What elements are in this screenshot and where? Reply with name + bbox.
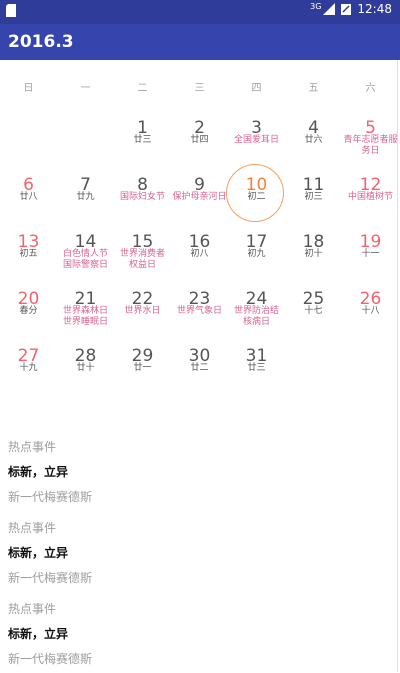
event-item[interactable]: 热点事件标新，立异新一代梅赛德斯 (0, 511, 400, 592)
weekday-label: 四 (251, 83, 262, 94)
event-description: 新一代梅赛德斯 (8, 652, 93, 666)
lunar-date: 廿六 (304, 135, 323, 145)
lunar-date: 廿一 (133, 363, 152, 373)
lunar-date: 廿九 (76, 192, 95, 202)
lunar-date: 廿四 (190, 135, 209, 145)
day-cell[interactable]: 6 廿八 (0, 169, 57, 226)
day-cell[interactable]: 9 保护母亲河日 (171, 169, 228, 226)
festival-label: 青年志愿者服务日 (343, 135, 398, 156)
day-cell[interactable]: 28 廿十 (57, 340, 114, 397)
event-item[interactable]: 热点事件标新，立异新一代梅赛德斯 (0, 592, 400, 673)
day-cell[interactable]: 8 国际妇女节 (114, 169, 171, 226)
festival-label: 世界消费者 权益日 (119, 249, 165, 270)
festival-label: 保护母亲河日 (172, 192, 227, 202)
day-cell[interactable]: 22 世界水日 (114, 283, 171, 340)
lunar-date: 廿十 (76, 363, 95, 373)
calendar-grid: 1 廿三 2 廿四 3 全国爱耳日 4 廿六 5 青年志愿者服务日 6 廿八 7 廿九 8 国际妇女节 9 保护母… (0, 112, 400, 402)
lunar-date: 初九 (247, 249, 266, 259)
signal-icon (323, 3, 336, 15)
day-cell[interactable]: 13 初五 (0, 226, 57, 283)
lunar-date: 初五 (19, 249, 38, 259)
app-bar: 2016.3 (0, 24, 400, 60)
day-cell[interactable]: 11 初三 (285, 169, 342, 226)
lunar-date: 廿三 (133, 135, 152, 145)
weekday-header: 日一二三四五六 (0, 66, 400, 102)
lunar-date: 初二 (247, 192, 266, 202)
festival-label: 世界水日 (124, 306, 161, 316)
lunar-date: 十七 (304, 306, 323, 316)
day-cell[interactable]: 7 廿九 (57, 169, 114, 226)
lunar-date: 初三 (304, 192, 323, 202)
festival-label: 全国爱耳日 (233, 135, 279, 145)
day-cell[interactable]: 31 廿三 (228, 340, 285, 397)
lunar-date: 初十 (304, 249, 323, 259)
weekday-label: 三 (194, 83, 205, 94)
day-cell[interactable]: 24 世界防治结 核病日 (228, 283, 285, 340)
weekday-label: 六 (365, 83, 376, 94)
day-cell[interactable]: 23 世界气象日 (171, 283, 228, 340)
day-cell[interactable]: 14 白色情人节 国际警察日 (57, 226, 114, 283)
festival-label: 世界防治结 核病日 (233, 306, 279, 327)
lunar-date: 廿三 (247, 363, 266, 373)
lunar-date: 廿二 (190, 363, 209, 373)
event-header: 热点事件 (8, 521, 57, 535)
lunar-date: 十九 (19, 363, 38, 373)
festival-label: 世界森林日 世界睡眠日 (62, 306, 108, 327)
event-title: 标新，立异 (8, 546, 69, 560)
weekday-label: 五 (308, 83, 319, 94)
day-cell[interactable]: 5 青年志愿者服务日 (342, 112, 399, 169)
lunar-date: 初八 (190, 249, 209, 259)
status-bar: 3G 12:48 (0, 0, 400, 24)
day-cell[interactable]: 15 世界消费者 权益日 (114, 226, 171, 283)
day-cell[interactable]: 27 十九 (0, 340, 57, 397)
day-cell[interactable]: 21 世界森林日 世界睡眠日 (57, 283, 114, 340)
day-cell[interactable]: 17 初九 (228, 226, 285, 283)
event-description: 新一代梅赛德斯 (8, 571, 93, 585)
lunar-date: 春分 (19, 306, 38, 316)
network-type: 3G (310, 1, 322, 11)
clock: 12:48 (357, 2, 392, 16)
day-cell[interactable]: 2 廿四 (171, 112, 228, 169)
day-cell[interactable]: 1 廿三 (114, 112, 171, 169)
festival-label: 世界气象日 (176, 306, 222, 316)
day-cell[interactable]: 19 十一 (342, 226, 399, 283)
event-header: 热点事件 (8, 440, 57, 454)
weekday-label: 日 (23, 83, 34, 94)
event-description: 新一代梅赛德斯 (8, 490, 93, 504)
festival-label: 白色情人节 国际警察日 (62, 249, 108, 270)
battery-icon (341, 4, 352, 15)
event-header: 热点事件 (8, 602, 57, 616)
page-title: 2016.3 (8, 32, 74, 52)
festival-label: 国际妇女节 (119, 192, 165, 202)
lunar-date: 廿八 (19, 192, 38, 202)
scroll-edge (397, 60, 398, 672)
day-cell[interactable]: 4 廿六 (285, 112, 342, 169)
day-cell[interactable]: 16 初八 (171, 226, 228, 283)
day-cell[interactable]: 30 廿二 (171, 340, 228, 397)
day-cell[interactable]: 20 春分 (0, 283, 57, 340)
day-cell[interactable]: 25 十七 (285, 283, 342, 340)
event-list: 热点事件 标新，立异 新一代梅赛德斯 热点事件 标新，立异 新一代梅赛德斯 热点事件 标新，立… (0, 430, 400, 673)
weekday-label: 一 (80, 83, 91, 94)
event-title: 标新，立异 (8, 465, 69, 479)
day-cell[interactable]: 3 全国爱耳日 (228, 112, 285, 169)
day-cell[interactable]: 12 中国植树节 (342, 169, 399, 226)
lunar-date: 十八 (361, 306, 380, 316)
day-cell[interactable]: 29 廿一 (114, 340, 171, 397)
day-cell[interactable]: 18 初十 (285, 226, 342, 283)
event-item[interactable]: 热点事件标新，立异新一代梅赛德斯 (0, 430, 400, 511)
day-cell[interactable]: 10 初二 (226, 164, 285, 226)
weekday-label: 二 (137, 83, 148, 94)
lunar-date: 十一 (361, 249, 380, 259)
festival-label: 中国植树节 (347, 192, 393, 202)
sd-card-icon (6, 4, 16, 17)
event-title: 标新，立异 (8, 627, 69, 641)
status-right: 3G 12:48 (310, 1, 392, 17)
day-cell[interactable]: 26 十八 (342, 283, 399, 340)
